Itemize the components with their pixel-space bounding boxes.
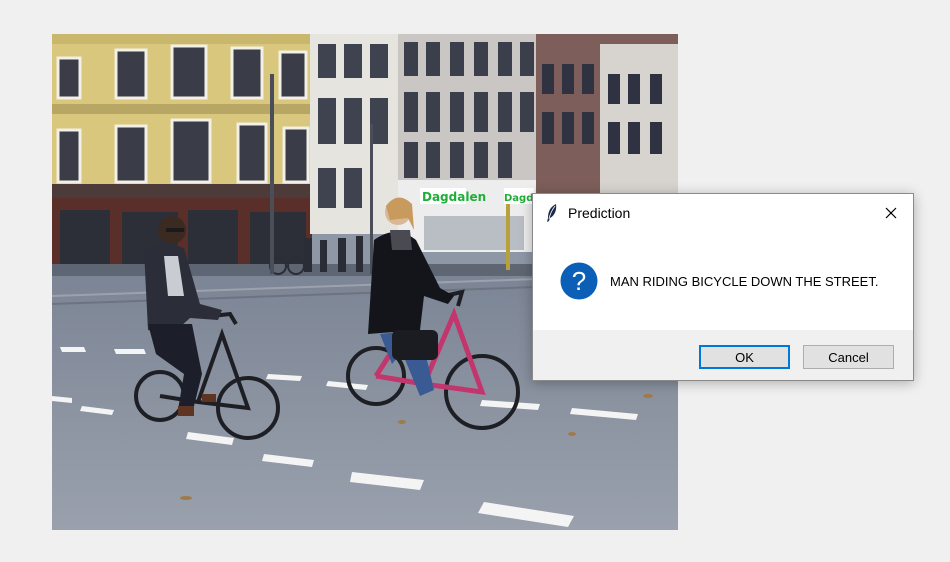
svg-text:?: ? — [572, 266, 586, 296]
ok-button[interactable]: OK — [699, 345, 790, 369]
cancel-button[interactable]: Cancel — [803, 345, 894, 369]
dialog-titlebar[interactable]: Prediction — [533, 194, 913, 232]
feather-icon — [545, 203, 559, 223]
close-icon — [885, 207, 897, 219]
prediction-message: MAN RIDING BICYCLE DOWN THE STREET. — [610, 274, 879, 289]
svg-text:Dagdalen: Dagdalen — [422, 190, 486, 204]
dialog-body: ? MAN RIDING BICYCLE DOWN THE STREET. — [533, 232, 913, 330]
svg-text:Dagd: Dagd — [504, 193, 533, 204]
prediction-dialog: Prediction ? MAN RIDING BICYCLE DOWN THE… — [532, 193, 914, 381]
question-icon: ? — [560, 262, 598, 300]
screen: Dagdalen Dagd Prediction ? MAN RIDING BI… — [0, 0, 950, 562]
dialog-title: Prediction — [568, 205, 631, 221]
dialog-footer: OK Cancel — [533, 330, 913, 380]
close-button[interactable] — [869, 194, 913, 232]
